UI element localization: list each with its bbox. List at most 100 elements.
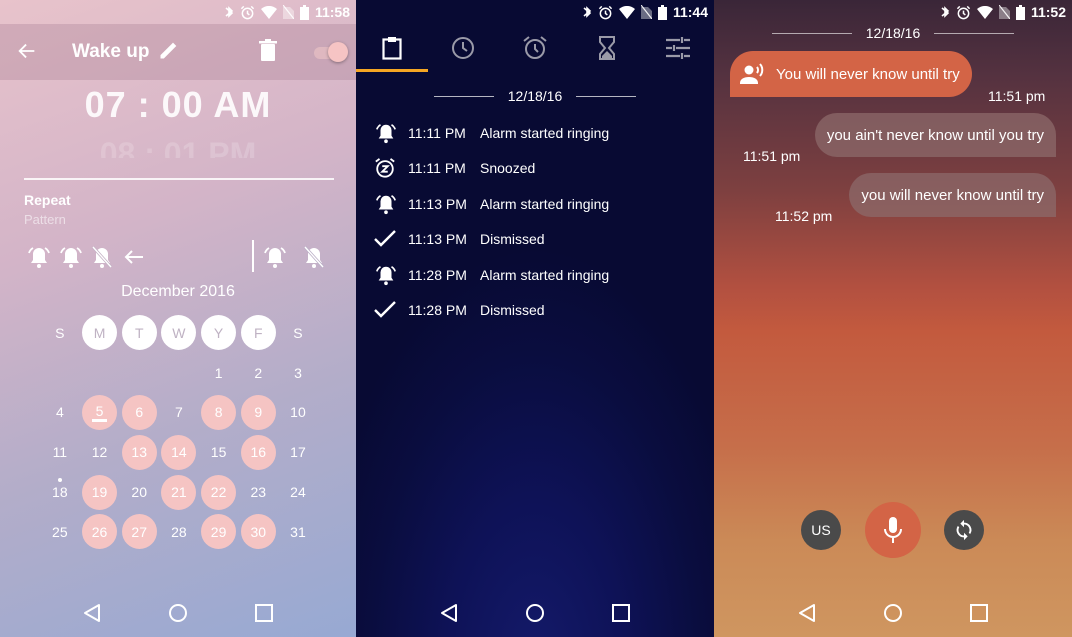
nav-recents-icon[interactable] bbox=[254, 604, 273, 622]
navigation-bar bbox=[714, 589, 1072, 637]
calendar-day[interactable]: 1 bbox=[199, 353, 239, 393]
calendar-day[interactable]: 2 bbox=[238, 353, 278, 393]
day-number: 15 bbox=[210, 444, 227, 461]
tab-clock[interactable] bbox=[428, 24, 500, 72]
calendar-empty-cell bbox=[80, 353, 120, 393]
alarm-history-screen: 11:44 12/18/16 11:11 PM Alarm started rin… bbox=[356, 0, 714, 637]
weekday-toggle-6[interactable]: S bbox=[278, 313, 318, 353]
weekday-row: SMTWYFS bbox=[40, 313, 318, 353]
weekday-toggle-4[interactable]: Y bbox=[199, 313, 239, 353]
weekday-toggle-5[interactable]: F bbox=[238, 313, 278, 353]
alarm-enabled-toggle[interactable] bbox=[312, 41, 348, 63]
calendar-day[interactable]: 13 bbox=[119, 432, 159, 472]
microphone-button[interactable] bbox=[865, 502, 921, 558]
calendar-day[interactable]: 11 bbox=[40, 432, 80, 472]
nav-back-icon[interactable] bbox=[83, 603, 101, 623]
time-picker-selected[interactable]: 07 : 00 AM bbox=[0, 84, 356, 126]
calendar-day[interactable]: 14 bbox=[159, 432, 199, 472]
calendar-day[interactable]: 21 bbox=[159, 472, 199, 512]
day-circle: 14 bbox=[161, 434, 197, 470]
weekday-circle: S bbox=[280, 315, 315, 350]
pattern-separator bbox=[252, 240, 254, 272]
alarm-on-icon[interactable] bbox=[58, 245, 84, 269]
wifi-icon bbox=[976, 5, 993, 19]
tab-history[interactable] bbox=[356, 24, 428, 72]
language-button[interactable]: US bbox=[801, 510, 841, 550]
sync-icon bbox=[956, 519, 972, 541]
calendar-day[interactable]: 31 bbox=[278, 512, 318, 552]
calendar-day[interactable]: 24 bbox=[278, 472, 318, 512]
weekday-circle: W bbox=[161, 315, 197, 351]
tab-settings[interactable] bbox=[642, 24, 714, 72]
calendar-day[interactable]: 3 bbox=[278, 353, 318, 393]
tab-alarms[interactable] bbox=[499, 24, 571, 72]
weekday-toggle-3[interactable]: W bbox=[159, 313, 199, 353]
left-arrow-icon[interactable] bbox=[122, 245, 146, 269]
nav-home-icon[interactable] bbox=[168, 603, 188, 623]
time-picker-divider bbox=[24, 178, 334, 180]
calendar-day[interactable]: 29 bbox=[199, 512, 239, 552]
day-circle bbox=[122, 355, 157, 390]
time-picker-next[interactable]: 08 : 01 PM bbox=[0, 136, 356, 158]
back-arrow-icon[interactable] bbox=[16, 40, 38, 62]
calendar-day[interactable]: 27 bbox=[119, 512, 159, 552]
calendar-day[interactable]: 16 bbox=[238, 432, 278, 472]
calendar-day[interactable]: 5 bbox=[80, 393, 120, 433]
calendar-day[interactable]: 28 bbox=[159, 512, 199, 552]
nav-back-icon[interactable] bbox=[798, 603, 816, 623]
nav-recents-icon[interactable] bbox=[612, 604, 631, 622]
day-number: 2 bbox=[254, 364, 263, 381]
day-number: 4 bbox=[55, 404, 64, 421]
day-circle: 5 bbox=[82, 394, 118, 430]
nav-home-icon[interactable] bbox=[883, 603, 903, 623]
calendar-day[interactable]: 22 bbox=[199, 472, 239, 512]
delete-trash-icon[interactable] bbox=[258, 39, 278, 61]
weekday-toggle-1[interactable]: M bbox=[80, 313, 120, 353]
calendar-day[interactable]: 4 bbox=[40, 393, 80, 433]
weekday-circle: M bbox=[82, 315, 118, 351]
calendar-day[interactable]: 8 bbox=[199, 393, 239, 433]
alarm-off-icon[interactable] bbox=[90, 245, 114, 269]
clock-icon bbox=[452, 37, 475, 59]
wifi-icon bbox=[618, 5, 635, 19]
alarm-on-icon[interactable] bbox=[26, 245, 52, 269]
day-circle: 1 bbox=[201, 355, 236, 390]
battery-icon bbox=[1015, 4, 1025, 20]
calendar-day[interactable]: 6 bbox=[119, 393, 159, 433]
nav-recents-icon[interactable] bbox=[970, 604, 989, 622]
calendar-day[interactable]: 25 bbox=[40, 512, 80, 552]
weekday-circle: T bbox=[121, 315, 157, 351]
day-number: 24 bbox=[290, 484, 306, 501]
calendar-week-row: 25 26 27 28 29 30 31 bbox=[40, 512, 318, 552]
nav-home-icon[interactable] bbox=[525, 603, 545, 623]
edit-pencil-icon[interactable] bbox=[158, 41, 178, 61]
calendar-day[interactable]: 15 bbox=[199, 432, 239, 472]
weekday-toggle-2[interactable]: T bbox=[119, 313, 159, 353]
day-circle: 23 bbox=[241, 475, 276, 510]
weekday-label: S bbox=[55, 324, 65, 341]
calendar-day[interactable]: 7 bbox=[159, 393, 199, 433]
calendar-day[interactable]: 19 bbox=[80, 472, 120, 512]
calendar-day[interactable]: 18 bbox=[40, 472, 80, 512]
day-number: 16 bbox=[250, 444, 267, 461]
event-description: Alarm started ringing bbox=[480, 195, 610, 212]
tab-timer[interactable] bbox=[571, 24, 643, 72]
nav-back-icon[interactable] bbox=[440, 603, 458, 623]
sync-button[interactable] bbox=[944, 510, 984, 550]
alarm-title[interactable]: Wake up bbox=[72, 41, 149, 63]
calendar-day[interactable]: 10 bbox=[278, 393, 318, 433]
calendar-week-row: 11 12 13 14 15 16 17 bbox=[40, 432, 318, 472]
alarm-on-icon[interactable] bbox=[262, 245, 288, 269]
calendar-day[interactable]: 17 bbox=[278, 432, 318, 472]
calendar-day[interactable]: 12 bbox=[80, 432, 120, 472]
status-time: 11:58 bbox=[314, 4, 350, 20]
calendar-day[interactable]: 30 bbox=[238, 512, 278, 552]
alarm-off-icon[interactable] bbox=[302, 245, 326, 269]
weekday-toggle-0[interactable]: S bbox=[40, 313, 80, 353]
day-circle: 20 bbox=[122, 475, 157, 510]
history-event: 11:28 PM Dismissed bbox=[374, 293, 704, 329]
calendar-day[interactable]: 23 bbox=[238, 472, 278, 512]
calendar-day[interactable]: 20 bbox=[119, 472, 159, 512]
calendar-day[interactable]: 26 bbox=[80, 512, 120, 552]
calendar-day[interactable]: 9 bbox=[238, 393, 278, 433]
